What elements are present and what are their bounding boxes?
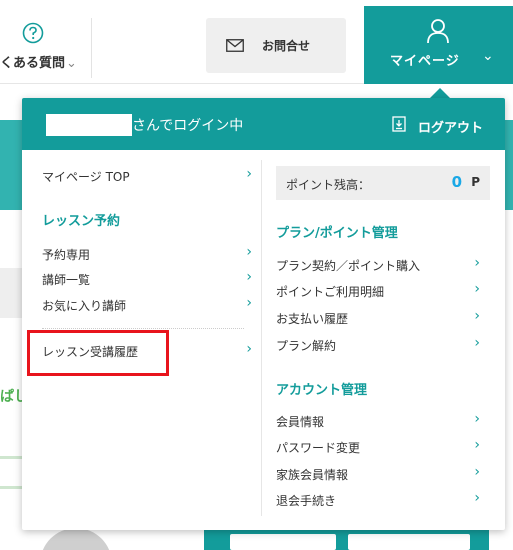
envelope-icon <box>226 39 244 52</box>
chevron-right-icon: › <box>246 244 252 260</box>
chevron-right-icon: › <box>474 490 480 506</box>
user-icon <box>427 19 449 44</box>
dropdown-caret <box>430 88 450 98</box>
mypage-dropdown: さんでログイン中 ログアウト マイページ TOP › レッスン予約 予約専用 ›… <box>22 98 505 530</box>
menu-password-change[interactable]: パスワード変更 › <box>276 436 480 458</box>
chevron-right-icon: › <box>474 255 480 271</box>
chevron-right-icon: › <box>246 295 252 311</box>
mypage-button[interactable]: マイページ ⌄ <box>364 6 513 84</box>
username-redacted <box>46 114 132 136</box>
contact-label: お問合せ <box>262 39 311 53</box>
menu-favorite-teachers[interactable]: お気に入り講師 › <box>42 294 252 316</box>
dropdown-header: さんでログイン中 ログアウト <box>22 98 505 150</box>
faq-link[interactable]: くある質問⌄ <box>0 18 92 78</box>
logout-label: ログアウト <box>418 121 484 136</box>
chevron-right-icon: › <box>474 335 480 351</box>
page-divider <box>0 456 22 459</box>
faq-label: くある質問⌄ <box>0 56 77 71</box>
highlight-box <box>27 330 169 376</box>
column-divider <box>261 160 262 516</box>
chevron-right-icon: › <box>246 269 252 285</box>
chevron-right-icon: › <box>474 437 480 453</box>
page-action-button[interactable] <box>230 534 336 550</box>
section-account: アカウント管理 <box>276 383 368 398</box>
menu-plan-purchase[interactable]: プラン契約／ポイント購入 › <box>276 254 480 276</box>
chevron-right-icon: › <box>474 281 480 297</box>
chevron-right-icon: › <box>474 411 480 427</box>
section-lesson-booking: レッスン予約 <box>42 214 121 229</box>
login-status: さんでログイン中 <box>132 118 244 134</box>
menu-plan-cancel[interactable]: プラン解約 › <box>276 334 480 356</box>
menu-point-usage[interactable]: ポイントご利用明細 › <box>276 280 480 302</box>
chevron-right-icon: › <box>474 308 480 324</box>
question-circle-icon <box>22 22 44 44</box>
points-value: 0 <box>451 173 462 191</box>
chevron-down-icon: ⌄ <box>482 48 494 64</box>
menu-withdrawal[interactable]: 退会手続き › <box>276 489 480 511</box>
chevron-down-icon: ⌄ <box>66 56 77 71</box>
points-unit: P <box>471 175 480 189</box>
chevron-right-icon: › <box>246 166 252 182</box>
points-balance: ポイント残高： 0 P <box>276 166 490 200</box>
menu-member-info[interactable]: 会員情報 › <box>276 410 480 432</box>
menu-divider <box>42 328 244 329</box>
dropdown-left-column: マイページ TOP › レッスン予約 予約専用 › 講師一覧 › お気に入り講師… <box>22 150 262 530</box>
contact-button[interactable]: お問合せ <box>206 18 346 73</box>
teacher-avatar <box>40 528 112 550</box>
page-block <box>0 268 22 318</box>
site-header: くある質問⌄ お問合せ マイページ ⌄ <box>0 0 513 84</box>
logout-icon <box>392 116 406 132</box>
page-divider <box>0 486 22 489</box>
menu-family-members[interactable]: 家族会員情報 › <box>276 463 480 485</box>
page-action-button[interactable] <box>348 534 470 550</box>
menu-teacher-list[interactable]: 講師一覧 › <box>42 268 252 290</box>
menu-mypage-top[interactable]: マイページ TOP › <box>42 165 252 187</box>
chevron-right-icon: › <box>246 341 252 357</box>
menu-payment-history[interactable]: お支払い履歴 › <box>276 307 480 329</box>
section-plan-points: プラン/ポイント管理 <box>276 226 398 241</box>
chevron-right-icon: › <box>474 464 480 480</box>
mypage-label: マイページ <box>390 54 460 69</box>
menu-booking-only[interactable]: 予約専用 › <box>42 243 252 265</box>
